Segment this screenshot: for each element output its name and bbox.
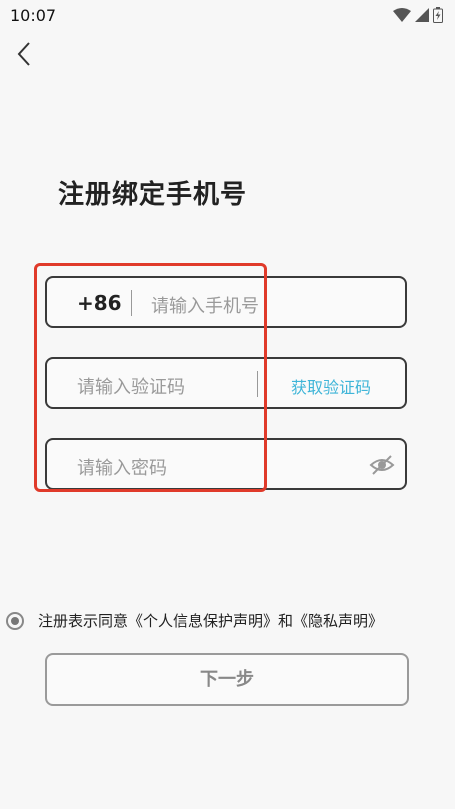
page-title: 注册绑定手机号 bbox=[58, 180, 248, 210]
next-button[interactable]: 下一步 bbox=[45, 653, 409, 706]
radio-dot bbox=[11, 616, 19, 625]
verification-code-input[interactable]: 请输入验证码 bbox=[77, 373, 185, 399]
back-button[interactable] bbox=[8, 38, 40, 70]
country-code[interactable]: +86 bbox=[77, 291, 122, 315]
verification-code-field[interactable]: 请输入验证码 获取验证码 bbox=[45, 357, 407, 409]
status-time: 10:07 bbox=[10, 6, 57, 25]
agreement-row: 注册表示同意《个人信息保护声明》和《隐私声明》 bbox=[6, 610, 383, 631]
status-icons bbox=[393, 6, 443, 24]
agreement-radio[interactable] bbox=[6, 611, 24, 630]
password-input[interactable]: 请输入密码 bbox=[77, 454, 167, 480]
code-divider bbox=[257, 371, 258, 397]
phone-input[interactable]: 请输入手机号 bbox=[151, 292, 259, 318]
phone-field[interactable]: +86 请输入手机号 bbox=[45, 276, 407, 328]
eye-off-icon[interactable] bbox=[369, 453, 395, 477]
chevron-left-icon bbox=[17, 42, 30, 66]
status-bar: 10:07 bbox=[0, 0, 455, 32]
get-code-button[interactable]: 获取验证码 bbox=[291, 374, 371, 398]
wifi-icon bbox=[393, 8, 411, 22]
phone-divider bbox=[131, 290, 132, 316]
password-field[interactable]: 请输入密码 bbox=[45, 438, 407, 490]
signal-icon bbox=[415, 8, 429, 22]
battery-charging-icon bbox=[433, 7, 443, 23]
agreement-text[interactable]: 注册表示同意《个人信息保护声明》和《隐私声明》 bbox=[38, 610, 383, 631]
